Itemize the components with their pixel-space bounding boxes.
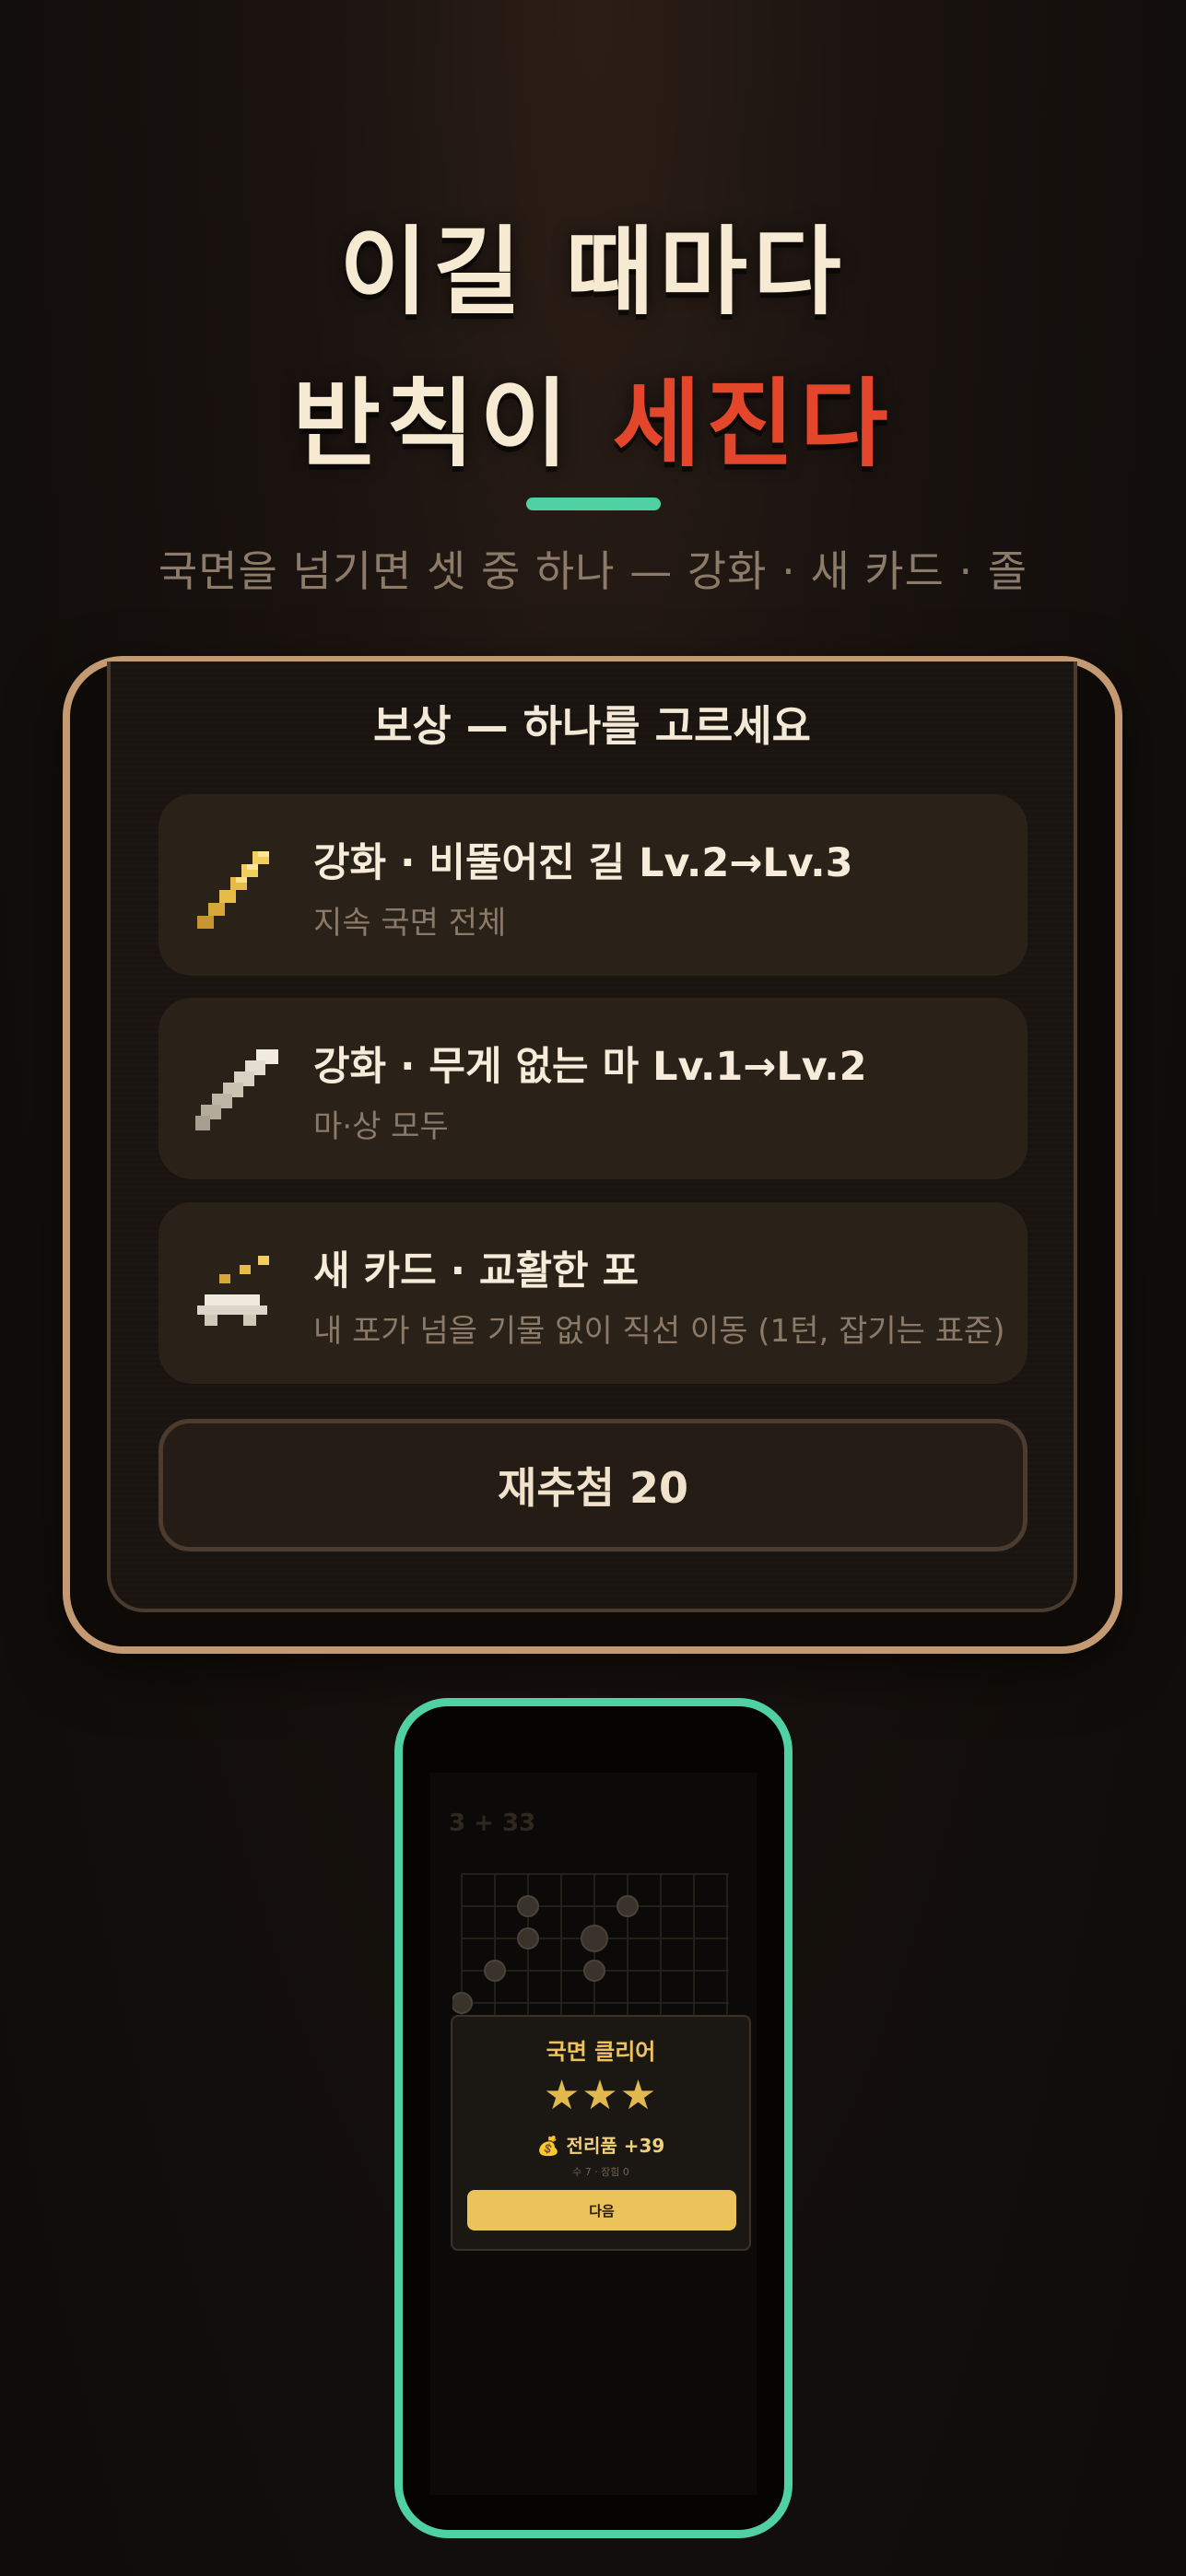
option-title: 강화 · 비뚤어진 길 Lv.2→Lv.3 <box>313 840 853 886</box>
modal-title: 국면 클리어 <box>546 2039 656 2065</box>
reward-panel-title: 보상 — 하나를 고르세요 <box>373 701 811 751</box>
gold-pixel-stairs-icon <box>197 851 269 929</box>
reroll-button[interactable]: 재추첨 20 <box>159 1419 1027 1551</box>
option-title: 강화 · 무게 없는 마 Lv.1→Lv.2 <box>313 1044 867 1090</box>
pixel-cannon-icon <box>197 1256 269 1326</box>
reward-option-new-card-cunning-cannon[interactable]: 새 카드 · 교활한 포 내 포가 넘을 기물 없이 직선 이동 (1턴, 잡기… <box>159 1202 1027 1384</box>
option-description: 마·상 모두 <box>313 1108 449 1145</box>
modal-stats: 수 7 · 장힘 0 <box>572 2166 629 2178</box>
loot-reward: 💰 전리품 +39 <box>536 2135 665 2157</box>
phone-mockup: 3 + 33 국면 클리어 ★★★ 💰 전리품 +39 수 7 · 장힘 0 다… <box>394 1698 793 2538</box>
option-description: 내 포가 넘을 기물 없이 직선 이동 (1턴, 잡기는 표준) <box>313 1313 1005 1350</box>
phone-status-text: 3 + 33 <box>449 1809 536 1837</box>
option-description: 지속 국면 전체 <box>313 905 507 942</box>
subtitle: 국면을 넘기면 셋 중 하나 — 강화 · 새 카드 · 졸 <box>158 546 1028 596</box>
reward-option-upgrade-crooked-road[interactable]: 강화 · 비뚤어진 길 Lv.2→Lv.3 지속 국면 전체 <box>159 794 1027 976</box>
headline-line-2-main: 반칙이 <box>292 367 613 480</box>
stage-clear-modal: 국면 클리어 ★★★ 💰 전리품 +39 수 7 · 장힘 0 다음 <box>451 2015 751 2251</box>
next-button[interactable]: 다음 <box>467 2190 736 2231</box>
headline-line-2: 반칙이 세진다 <box>0 345 1186 485</box>
option-title: 새 카드 · 교활한 포 <box>313 1248 640 1294</box>
reward-option-upgrade-weightless-horse[interactable]: 강화 · 무게 없는 마 Lv.1→Lv.2 마·상 모두 <box>159 998 1027 1179</box>
headline-underline <box>526 498 661 510</box>
white-pixel-stairs-icon <box>195 1049 278 1130</box>
headline-line-1: 이길 때마다 <box>339 215 847 328</box>
star-rating: ★★★ <box>543 2072 659 2119</box>
headline-accent: 세진다 <box>612 367 894 480</box>
